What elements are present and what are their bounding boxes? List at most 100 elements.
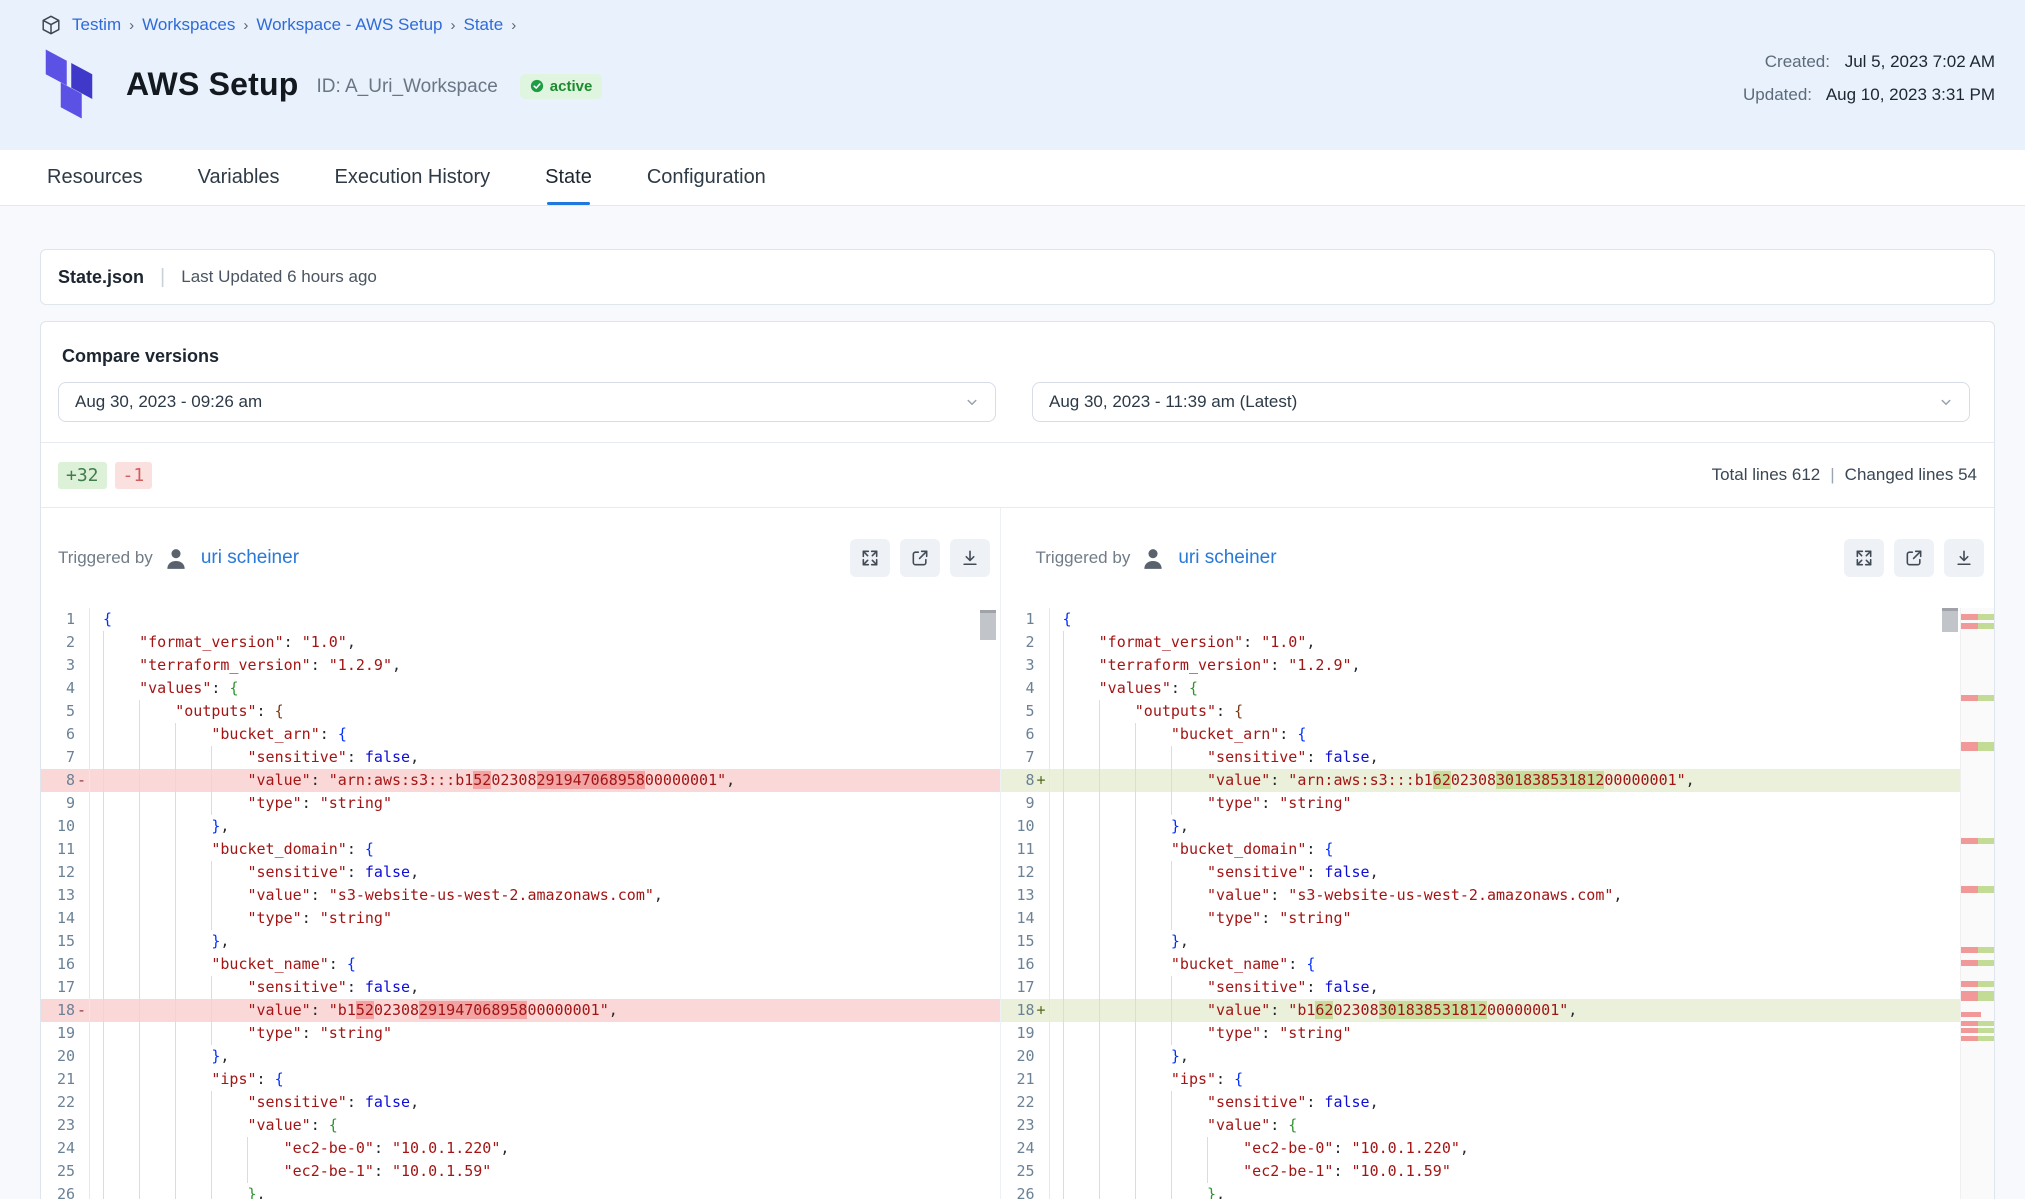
code-line: 9 "type": "string": [41, 792, 1000, 815]
code-line: 13 "value": "s3-website-us-west-2.amazon…: [1001, 884, 1994, 907]
code-line: 10 },: [1001, 815, 1994, 838]
code-line: 7 "sensitive": false,: [1001, 746, 1994, 769]
changed-lines: Changed lines 54: [1845, 465, 1977, 485]
code-line: 1{: [1001, 608, 1994, 631]
code-line: 1{: [41, 608, 1000, 631]
workspace-dates: Created: Jul 5, 2023 7:02 AM Updated: Au…: [1743, 52, 1995, 118]
tab-execution-history[interactable]: Execution History: [335, 150, 491, 205]
removed-lines-chip: -1: [115, 462, 153, 489]
line-summary: Total lines 612 | Changed lines 54: [1712, 465, 1977, 485]
diff-panel-new: Triggered by uri scheiner: [1001, 508, 1994, 1199]
code-line: 19 "type": "string": [41, 1022, 1000, 1045]
state-last-updated: Last Updated 6 hours ago: [181, 267, 377, 287]
code-line: 13 "value": "s3-website-us-west-2.amazon…: [41, 884, 1000, 907]
triggered-by-user-link[interactable]: uri scheiner: [1178, 547, 1276, 569]
code-line: 5 "outputs": {: [41, 700, 1000, 723]
code-line: 12 "sensitive": false,: [1001, 861, 1994, 884]
open-external-icon[interactable]: [1894, 539, 1934, 577]
code-editor-old[interactable]: 1{2 "format_version": "1.0",3 "terraform…: [41, 608, 1000, 1199]
code-line: 24 "ec2-be-0": "10.0.1.220",: [1001, 1137, 1994, 1160]
tab-state[interactable]: State: [545, 150, 592, 205]
created-value: Jul 5, 2023 7:02 AM: [1845, 52, 1995, 71]
updated-value: Aug 10, 2023 3:31 PM: [1826, 85, 1995, 104]
chevron-down-icon: [1937, 393, 1955, 411]
breadcrumb-separator: ›: [450, 17, 455, 34]
code-line: 16 "bucket_name": {: [41, 953, 1000, 976]
code-line: 6 "bucket_arn": {: [41, 723, 1000, 746]
breadcrumb-state[interactable]: State: [463, 15, 503, 35]
version-select-left-value: Aug 30, 2023 - 09:26 am: [75, 392, 262, 412]
code-line: 8+ "value": "arn:aws:s3:::b1620230830183…: [1001, 769, 1994, 792]
code-line: 3 "terraform_version": "1.2.9",: [41, 654, 1000, 677]
code-line: 22 "sensitive": false,: [41, 1091, 1000, 1114]
panel-header: Triggered by uri scheiner: [1001, 508, 1994, 608]
person-icon: [163, 545, 189, 571]
compare-versions-section: Compare versions Aug 30, 2023 - 09:26 am…: [41, 322, 1994, 442]
created-label: Created:: [1765, 52, 1830, 71]
code-line: 2 "format_version": "1.0",: [41, 631, 1000, 654]
version-select-left[interactable]: Aug 30, 2023 - 09:26 am: [58, 382, 996, 422]
status-badge-label: active: [550, 78, 593, 95]
code-line: 18- "value": "b1520230829194706895800000…: [41, 999, 1000, 1022]
code-line: 15 },: [1001, 930, 1994, 953]
triggered-by-label: Triggered by: [58, 548, 153, 568]
code-line: 10 },: [41, 815, 1000, 838]
breadcrumb-workspace-aws-setup[interactable]: Workspace - AWS Setup: [256, 15, 442, 35]
download-icon[interactable]: [1944, 539, 1984, 577]
code-line: 15 },: [41, 930, 1000, 953]
scrollbar-thumb[interactable]: [980, 610, 996, 640]
code-editor-new[interactable]: 1{2 "format_version": "1.0",3 "terraform…: [1001, 608, 1994, 1199]
workspace-id: ID: A_Uri_Workspace: [316, 76, 497, 98]
state-file-name: State.json: [58, 267, 144, 288]
code-line: 8- "value": "arn:aws:s3:::b1520230829194…: [41, 769, 1000, 792]
code-line: 9 "type": "string": [1001, 792, 1994, 815]
code-line: 25 "ec2-be-1": "10.0.1.59": [1001, 1160, 1994, 1183]
terraform-logo: [40, 48, 98, 120]
scrollbar-thumb[interactable]: [1942, 608, 1958, 632]
code-line: 11 "bucket_domain": {: [1001, 838, 1994, 861]
code-line: 11 "bucket_domain": {: [41, 838, 1000, 861]
expand-icon[interactable]: [850, 539, 890, 577]
status-badge: active: [520, 74, 603, 99]
download-icon[interactable]: [950, 539, 990, 577]
breadcrumb: Testim › Workspaces › Workspace - AWS Se…: [40, 14, 1995, 36]
code-line: 23 "value": {: [41, 1114, 1000, 1137]
breadcrumb-separator: ›: [129, 17, 134, 34]
code-line: 21 "ips": {: [41, 1068, 1000, 1091]
tab-variables[interactable]: Variables: [198, 150, 280, 205]
breadcrumb-workspaces[interactable]: Workspaces: [142, 15, 235, 35]
code-line: 16 "bucket_name": {: [1001, 953, 1994, 976]
triggered-by-user-link[interactable]: uri scheiner: [201, 547, 299, 569]
divider: |: [160, 266, 165, 289]
workspace-tabs: Resources Variables Execution History St…: [0, 150, 2025, 206]
code-line: 26 },: [1001, 1183, 1994, 1199]
code-line: 2 "format_version": "1.0",: [1001, 631, 1994, 654]
chevron-down-icon: [963, 393, 981, 411]
diff-overview-ruler[interactable]: [1960, 608, 1994, 1199]
page-title: AWS Setup: [126, 66, 298, 103]
code-line: 25 "ec2-be-1": "10.0.1.59": [41, 1160, 1000, 1183]
package-cube-icon: [40, 14, 62, 36]
divider: |: [1830, 465, 1834, 485]
code-line: 20 },: [1001, 1045, 1994, 1068]
code-line: 21 "ips": {: [1001, 1068, 1994, 1091]
compare-card: Compare versions Aug 30, 2023 - 09:26 am…: [40, 321, 1995, 1199]
code-line: 17 "sensitive": false,: [41, 976, 1000, 999]
code-line: 6 "bucket_arn": {: [1001, 723, 1994, 746]
check-circle-icon: [530, 79, 544, 93]
breadcrumb-separator: ›: [511, 17, 516, 34]
code-line: 4 "values": {: [1001, 677, 1994, 700]
code-line: 24 "ec2-be-0": "10.0.1.220",: [41, 1137, 1000, 1160]
breadcrumb-testim[interactable]: Testim: [72, 15, 121, 35]
tab-resources[interactable]: Resources: [47, 150, 143, 205]
expand-icon[interactable]: [1844, 539, 1884, 577]
workspace-header: Testim › Workspaces › Workspace - AWS Se…: [0, 0, 2025, 150]
code-line: 23 "value": {: [1001, 1114, 1994, 1137]
tab-configuration[interactable]: Configuration: [647, 150, 766, 205]
open-external-icon[interactable]: [900, 539, 940, 577]
compare-versions-heading: Compare versions: [62, 346, 1970, 367]
code-line: 26 },: [41, 1183, 1000, 1199]
total-lines: Total lines 612: [1712, 465, 1821, 485]
code-line: 19 "type": "string": [1001, 1022, 1994, 1045]
version-select-right[interactable]: Aug 30, 2023 - 11:39 am (Latest): [1032, 382, 1970, 422]
